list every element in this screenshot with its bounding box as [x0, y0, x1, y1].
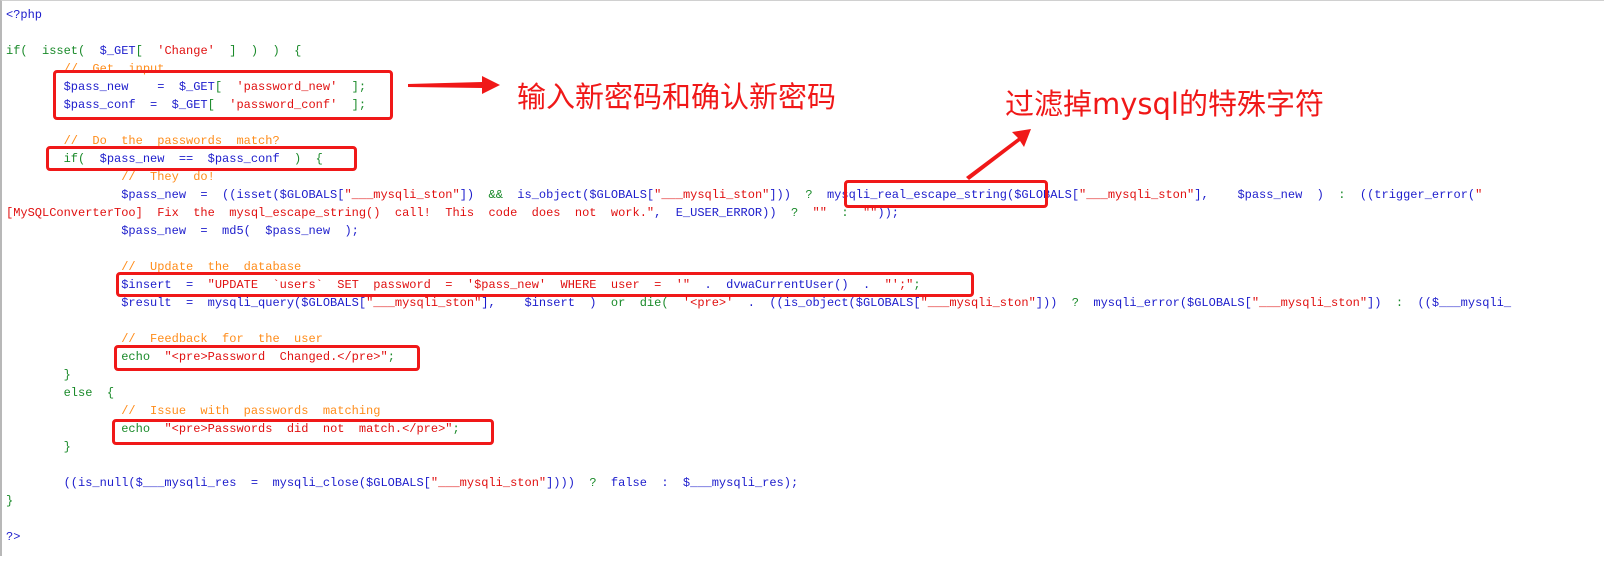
annotation-filter-note: 过滤掉mysql的特殊字符: [1005, 87, 1324, 121]
arrow-right-icon: [408, 76, 500, 94]
arrow-up-right-icon: [966, 129, 1031, 180]
annotation-input-note: 输入新密码和确认新密码: [517, 80, 837, 114]
